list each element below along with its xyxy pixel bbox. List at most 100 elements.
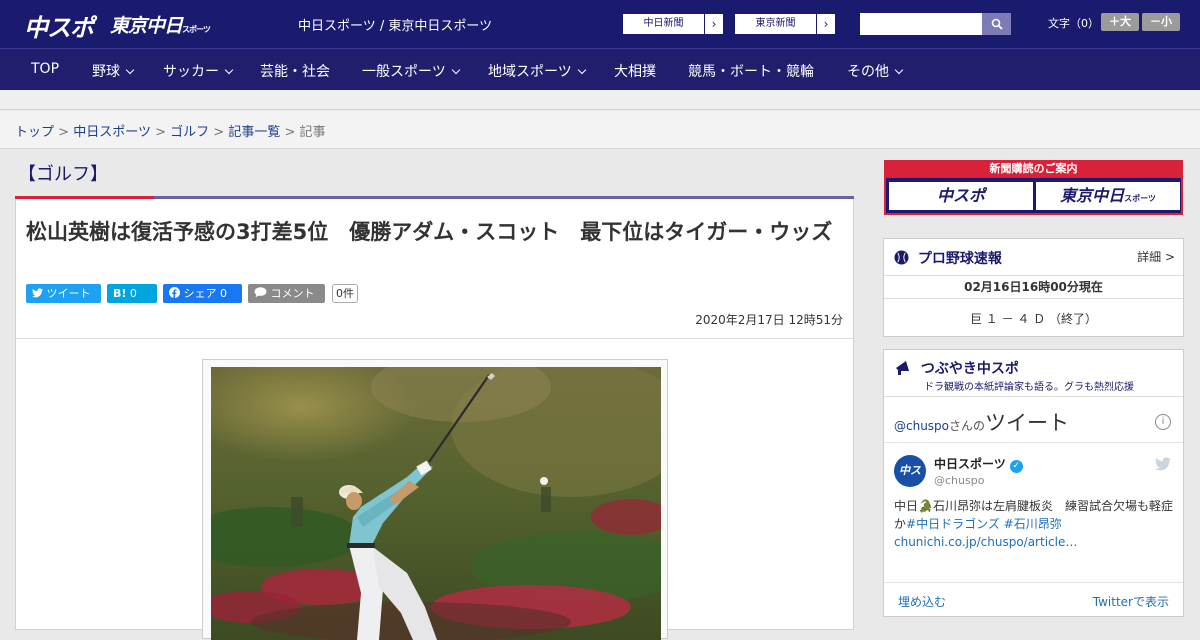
article-card: 松山英樹は復活予感の3打差5位 優勝アダム・スコット 最下位はタイガー・ウッズ … xyxy=(15,199,854,640)
nav-racing-label: 競馬・ボート・競輪 xyxy=(688,64,814,80)
tweet-user-name-text: 中日スポーツ xyxy=(934,457,1006,471)
view-on-twitter-link[interactable]: Twitterで表示 xyxy=(1093,593,1169,610)
breadcrumb-separator: > xyxy=(155,125,166,140)
nav-top-label: TOP xyxy=(31,61,60,77)
tweet-button[interactable]: ツイート xyxy=(26,284,101,303)
chevron-down-icon xyxy=(577,65,586,75)
article-divider xyxy=(16,338,853,339)
baseball-score[interactable]: 巨 １ － ４ Ｄ （終了） xyxy=(884,310,1183,327)
hatena-b-icon: B! xyxy=(113,287,127,300)
hatena-bookmark-button[interactable]: B! 0 xyxy=(107,284,157,303)
tweets-title-text: つぶやき中スポ xyxy=(920,361,1019,377)
nav-baseball-label: 野球 xyxy=(92,64,120,80)
chevron-down-icon xyxy=(224,65,234,75)
nav-top[interactable]: TOP xyxy=(31,61,59,77)
info-icon[interactable]: i xyxy=(1155,414,1171,430)
nav-other[interactable]: その他 xyxy=(847,61,904,81)
golfer-swing-photo xyxy=(211,367,661,640)
facebook-share-label: シェア 0 xyxy=(183,287,228,300)
breadcrumb-separator: > xyxy=(284,125,296,140)
nav-baseball[interactable]: 野球 xyxy=(92,61,135,81)
twitter-bird-icon[interactable] xyxy=(1155,457,1171,471)
tweet-link[interactable]: chunichi.co.jp/chuspo/article… xyxy=(894,535,1077,549)
nav-other-label: その他 xyxy=(847,64,889,80)
tweet-label: ツイート xyxy=(46,287,91,300)
main-nav: TOP 野球 サッカー 芸能・社会 一般スポーツ 地域スポーツ 大相撲 競馬・ボ… xyxy=(0,48,1200,90)
breadcrumb-separator: > xyxy=(213,125,225,140)
baseball-icon xyxy=(894,250,909,265)
twitter-handle-link[interactable]: @chuspo xyxy=(894,419,949,433)
article-category: 【ゴルフ】 xyxy=(18,164,108,185)
facebook-share-button[interactable]: シェア 0 xyxy=(163,284,242,303)
tokyo-chunichi-subscribe-text: 東京中日 xyxy=(1060,186,1125,205)
nav-local-sports-label: 地域スポーツ xyxy=(488,64,572,80)
tweets-panel: つぶやき中スポ ドラ観戦の本紙評論家も語る。グラも熱烈応援 @chuspoさんの… xyxy=(883,349,1184,617)
nav-sumo[interactable]: 大相撲 xyxy=(614,61,656,81)
nav-soccer[interactable]: サッカー xyxy=(163,61,234,81)
article-headline: 松山英樹は復活予感の3打差5位 優勝アダム・スコット 最下位はタイガー・ウッズ xyxy=(26,220,833,244)
baseball-details-link[interactable]: 詳細 > xyxy=(1137,248,1175,265)
tweet-user-handle[interactable]: @chuspo xyxy=(934,474,984,487)
tokyo-chunichi-subscribe-small: スポーツ xyxy=(1124,194,1156,203)
breadcrumb-current: 記事 xyxy=(299,125,326,140)
breadcrumb-chunichi-sports[interactable]: 中日スポーツ xyxy=(73,125,151,140)
speech-bubble-icon xyxy=(254,287,267,298)
breadcrumb-golf[interactable]: ゴルフ xyxy=(170,125,209,140)
article-date: 2020年2月17日 12時51分 xyxy=(695,313,843,327)
tokyo-chunichi-logo-small: スポーツ xyxy=(182,25,211,34)
nav-racing[interactable]: 競馬・ボート・競輪 xyxy=(688,61,814,81)
breadcrumb-bar: トップ > 中日スポーツ > ゴルフ > 記事一覧 > 記事 xyxy=(0,111,1200,149)
verified-icon: ✓ xyxy=(1009,460,1023,473)
tweet-text[interactable]: 中日🐊石川昂弥は左肩腱板炎 練習試合欠場も軽症か#中日ドラゴンズ #石川昂弥 c… xyxy=(894,497,1174,551)
comment-count[interactable]: 0件 xyxy=(332,284,358,303)
nav-sumo-label: 大相撲 xyxy=(614,64,656,80)
chevron-right-icon: › xyxy=(711,17,717,31)
font-smaller-button[interactable]: －小 xyxy=(1142,13,1180,31)
breadcrumb-article-list[interactable]: 記事一覧 xyxy=(228,125,280,140)
comment-button[interactable]: コメント xyxy=(248,284,325,303)
hatena-count: 0 xyxy=(129,287,137,300)
search-button[interactable] xyxy=(982,13,1011,35)
tokyo-shimbun-button[interactable]: 東京新聞 › xyxy=(734,13,836,35)
tokyo-chunichi-logo[interactable]: 東京中日スポーツ xyxy=(110,11,211,38)
nav-general-sports[interactable]: 一般スポーツ xyxy=(362,61,460,81)
chunichi-shimbun-button[interactable]: 中日新聞 › xyxy=(622,13,724,35)
twitter-embed: @chuspoさんのツイート i 中スポ 中日スポーツ ✓ @chuspo 中日🐊… xyxy=(884,396,1183,618)
search-input[interactable] xyxy=(860,13,982,35)
avatar[interactable]: 中スポ xyxy=(894,455,926,509)
nav-soccer-label: サッカー xyxy=(163,64,219,80)
twitter-footer-divider xyxy=(884,582,1183,583)
nav-local-sports[interactable]: 地域スポーツ xyxy=(488,61,586,81)
twitter-divider xyxy=(884,442,1183,443)
ad-strip xyxy=(0,90,1200,110)
baseball-as-of: 02月16日16時00分現在 xyxy=(884,275,1183,299)
font-size-label: 文字（0） xyxy=(1048,17,1099,30)
chuspo-subscribe-logo[interactable]: 中スポ xyxy=(889,182,1033,210)
site-tagline: 中日スポーツ / 東京中日スポーツ xyxy=(298,19,493,34)
subscription-ad-header: 新聞購読のご案内 xyxy=(886,160,1181,178)
twitter-bird-icon xyxy=(32,288,43,298)
comment-label: コメント xyxy=(270,287,315,300)
baseball-score-panel: プロ野球速報 詳細 > 02月16日16時00分現在 巨 １ － ４ Ｄ （終了… xyxy=(883,238,1184,337)
twitter-embed-header: @chuspoさんのツイート xyxy=(894,407,1069,437)
tokyo-chunichi-subscribe-logo[interactable]: 東京中日スポーツ xyxy=(1036,182,1180,210)
tweet-hashtags[interactable]: #中日ドラゴンズ #石川昂弥 xyxy=(906,517,1062,531)
font-larger-button[interactable]: ＋大 xyxy=(1101,13,1139,31)
article-photo-frame xyxy=(202,359,668,640)
nav-general-sports-label: 一般スポーツ xyxy=(362,64,446,80)
tweets-subtitle: ドラ観戦の本紙評論家も語る。グラも熱烈応援 xyxy=(924,382,1134,393)
article-photo[interactable] xyxy=(211,367,661,640)
nav-entertainment[interactable]: 芸能・社会 xyxy=(260,61,330,81)
baseball-title-text: プロ野球速報 xyxy=(917,251,1002,267)
breadcrumb-top[interactable]: トップ xyxy=(15,125,54,140)
embed-link[interactable]: 埋め込む xyxy=(898,593,946,610)
tweet-user-name[interactable]: 中日スポーツ ✓ xyxy=(934,455,1023,473)
nav-entertainment-label: 芸能・社会 xyxy=(260,64,330,80)
chevron-right-icon: › xyxy=(823,17,829,31)
tweets-panel-title: つぶやき中スポ xyxy=(894,358,1019,378)
breadcrumb: トップ > 中日スポーツ > ゴルフ > 記事一覧 > 記事 xyxy=(15,121,326,140)
chuspo-logo[interactable]: 中スポ xyxy=(24,8,94,43)
chevron-down-icon xyxy=(894,65,904,75)
breadcrumb-separator: > xyxy=(58,125,70,140)
subscription-ad[interactable]: 新聞購読のご案内 中スポ 東京中日スポーツ xyxy=(884,160,1183,215)
